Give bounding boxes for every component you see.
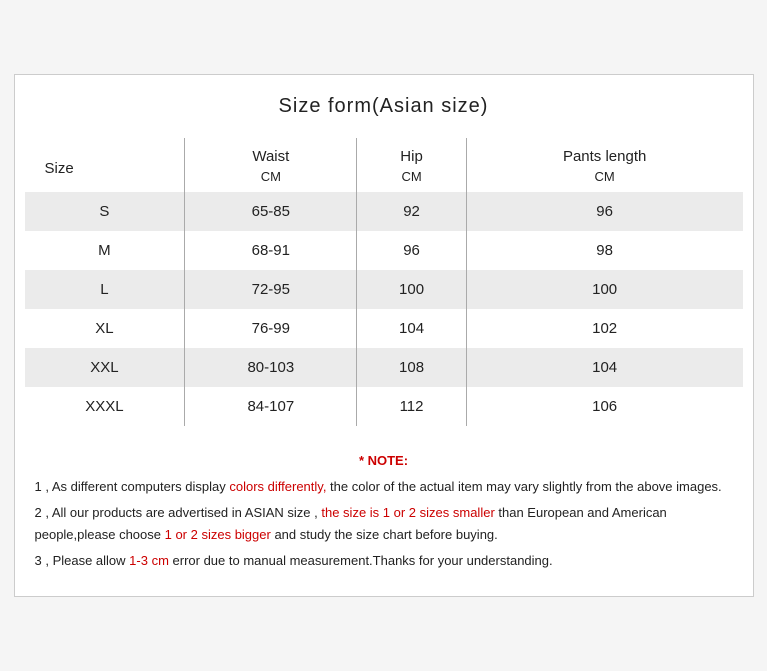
table-row: XL76-99104102 — [25, 309, 743, 348]
cell-hip: 108 — [357, 348, 467, 387]
note3-a: 3 , Please allow — [35, 553, 130, 568]
cell-pants: 96 — [466, 192, 742, 231]
cell-size: M — [25, 231, 185, 270]
cell-size: XXXL — [25, 387, 185, 426]
table-row: L72-95100100 — [25, 270, 743, 309]
main-container: Size form(Asian size) Size Waist Hip Pan… — [14, 74, 754, 597]
note2-a: 2 , All our products are advertised in A… — [35, 505, 322, 520]
cell-pants: 106 — [466, 387, 742, 426]
table-row: XXXL84-107112106 — [25, 387, 743, 426]
page-title: Size form(Asian size) — [25, 95, 743, 118]
header-pants: Pants length — [466, 138, 742, 167]
header-size: Size — [25, 138, 185, 192]
cell-waist: 84-107 — [185, 387, 357, 426]
header-hip: Hip — [357, 138, 467, 167]
header-waist: Waist — [185, 138, 357, 167]
cell-hip: 104 — [357, 309, 467, 348]
cell-waist: 80-103 — [185, 348, 357, 387]
note2-red1: the size is 1 or 2 sizes smaller — [321, 505, 494, 520]
header-hip-unit: CM — [357, 167, 467, 192]
size-table: Size Waist Hip Pants length CM CM CM S65… — [25, 138, 743, 426]
note2: 2 , All our products are advertised in A… — [35, 502, 733, 546]
note2-c: and study the size chart before buying. — [271, 527, 498, 542]
note1: 1 , As different computers display color… — [35, 476, 733, 498]
note-section: * NOTE: 1 , As different computers displ… — [25, 450, 743, 572]
cell-hip: 112 — [357, 387, 467, 426]
cell-pants: 98 — [466, 231, 742, 270]
cell-pants: 100 — [466, 270, 742, 309]
cell-pants: 104 — [466, 348, 742, 387]
note3: 3 , Please allow 1-3 cm error due to man… — [35, 550, 733, 572]
cell-size: XL — [25, 309, 185, 348]
table-row: S65-859296 — [25, 192, 743, 231]
cell-waist: 76-99 — [185, 309, 357, 348]
note1-red: colors differently, — [229, 479, 326, 494]
note-title: * NOTE: — [359, 453, 408, 468]
note1-a: 1 , As different computers display — [35, 479, 230, 494]
cell-hip: 92 — [357, 192, 467, 231]
note2-red2: 1 or 2 sizes bigger — [165, 527, 271, 542]
header-waist-unit: CM — [185, 167, 357, 192]
note3-b: error due to manual measurement.Thanks f… — [169, 553, 553, 568]
table-row: XXL80-103108104 — [25, 348, 743, 387]
header-pants-unit: CM — [466, 167, 742, 192]
cell-size: S — [25, 192, 185, 231]
table-row: M68-919698 — [25, 231, 743, 270]
cell-size: L — [25, 270, 185, 309]
cell-pants: 102 — [466, 309, 742, 348]
cell-waist: 65-85 — [185, 192, 357, 231]
cell-waist: 72-95 — [185, 270, 357, 309]
note3-red: 1-3 cm — [129, 553, 169, 568]
cell-size: XXL — [25, 348, 185, 387]
cell-hip: 100 — [357, 270, 467, 309]
cell-waist: 68-91 — [185, 231, 357, 270]
note1-b: the color of the actual item may vary sl… — [326, 479, 721, 494]
cell-hip: 96 — [357, 231, 467, 270]
